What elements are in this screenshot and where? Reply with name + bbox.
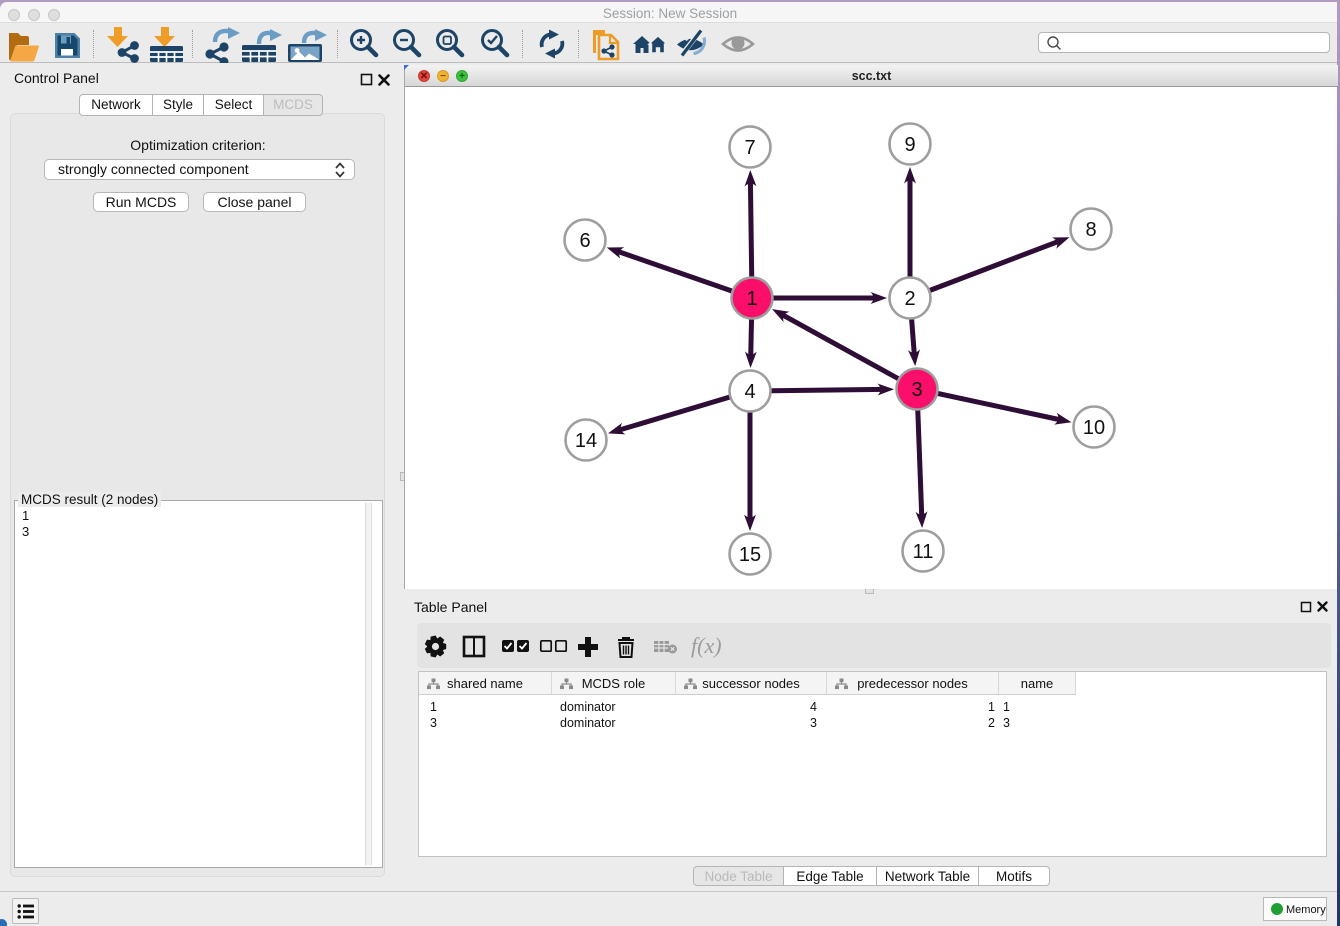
svg-text:11: 11 (913, 541, 934, 563)
svg-text:6: 6 (579, 230, 590, 252)
svg-text:14: 14 (575, 430, 597, 452)
svg-text:7: 7 (744, 137, 755, 159)
svg-text:10: 10 (1083, 417, 1105, 439)
svg-text:8: 8 (1085, 219, 1096, 241)
svg-text:2: 2 (904, 288, 915, 310)
svg-text:4: 4 (744, 381, 755, 403)
svg-text:3: 3 (911, 379, 922, 401)
svg-text:9: 9 (904, 134, 915, 156)
svg-text:1: 1 (746, 288, 757, 310)
svg-text:15: 15 (739, 544, 761, 566)
